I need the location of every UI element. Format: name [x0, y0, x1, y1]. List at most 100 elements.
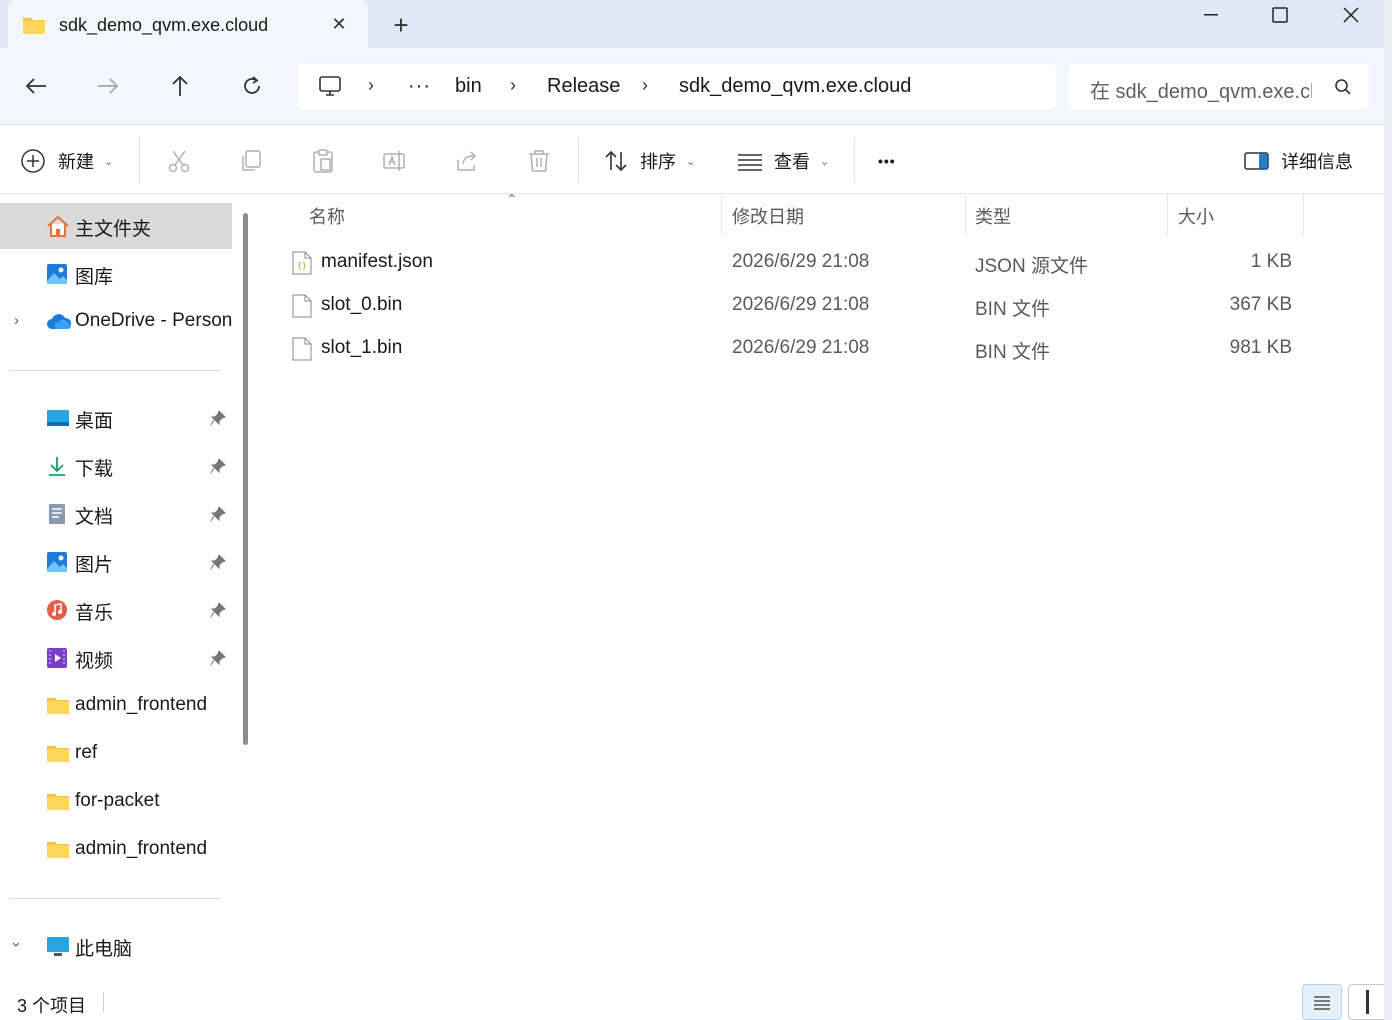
chevron-right-icon: ›: [642, 75, 648, 95]
pin-icon[interactable]: [210, 458, 226, 479]
sidebar-scrollbar[interactable]: [243, 213, 248, 745]
chevron-down-icon: ⌄: [820, 155, 830, 168]
pin-icon[interactable]: [210, 506, 226, 527]
sidebar-item-this-pc[interactable]: › 此电脑: [0, 923, 232, 969]
pin-icon[interactable]: [210, 554, 226, 575]
more-button[interactable]: •••: [878, 147, 896, 175]
file-size: 367 KB: [1229, 294, 1292, 315]
pin-icon[interactable]: [210, 650, 226, 671]
svg-text:{}: {}: [297, 261, 307, 270]
folder-icon: [46, 743, 69, 765]
sidebar-item-folder[interactable]: admin_frontend: [0, 683, 232, 729]
breadcrumb-current[interactable]: sdk_demo_qvm.exe.cloud: [679, 75, 911, 98]
item-count: 3 个项目: [17, 996, 87, 1016]
column-divider[interactable]: [721, 195, 722, 235]
file-name: slot_0.bin: [321, 294, 403, 315]
desktop-icon: [46, 407, 69, 429]
close-tab-button[interactable]: ✕: [328, 13, 350, 35]
sidebar-item-onedrive[interactable]: › OneDrive - Person: [0, 299, 232, 345]
file-row[interactable]: slot_0.bin 2026/6/29 21:08 BIN 文件 367 KB: [290, 286, 1310, 326]
sidebar-item-desktop[interactable]: 桌面: [0, 395, 232, 441]
sidebar-item-label: 此电脑: [75, 939, 133, 960]
share-button[interactable]: [454, 147, 480, 175]
sort-ascending-icon: ⌃: [506, 191, 518, 207]
sidebar-item-videos[interactable]: 视频: [0, 635, 232, 681]
tab-current[interactable]: sdk_demo_qvm.exe.cloud ✕: [8, 0, 368, 48]
pin-icon[interactable]: [210, 602, 226, 623]
scissors-icon: [168, 150, 190, 173]
sidebar-item-downloads[interactable]: 下载: [0, 443, 232, 489]
sidebar-item-pictures[interactable]: 图片: [0, 539, 232, 585]
sort-button[interactable]: 排序 ⌄: [603, 147, 695, 175]
navigation-bar: › ··· bin › Release › sdk_demo_qvm.exe.c…: [0, 48, 1392, 124]
column-divider[interactable]: [965, 195, 966, 235]
rename-button[interactable]: [382, 147, 408, 175]
list-view-icon: [738, 154, 762, 171]
sidebar-item-label: 主文件夹: [75, 219, 152, 240]
column-header-date[interactable]: 修改日期: [732, 203, 804, 229]
sidebar-item-folder[interactable]: admin_frontend: [0, 827, 232, 873]
refresh-button[interactable]: [238, 72, 266, 100]
breadcrumb-release[interactable]: Release: [547, 75, 620, 98]
column-header-size[interactable]: 大小: [1178, 203, 1214, 229]
sidebar-item-label: ref: [75, 742, 98, 763]
delete-button[interactable]: [526, 147, 552, 175]
view-button[interactable]: 查看 ⌄: [737, 147, 829, 175]
navigation-pane: 主文件夹 图库 › OneDrive - Person 桌面 下载 文档 图片 …: [0, 195, 260, 982]
column-header-name[interactable]: 名称: [309, 203, 345, 229]
column-header-type[interactable]: 类型: [975, 203, 1011, 229]
column-divider[interactable]: [1167, 195, 1168, 235]
pin-icon[interactable]: [210, 410, 226, 431]
details-label: 详细信息: [1281, 152, 1353, 172]
sidebar-item-music[interactable]: 音乐: [0, 587, 232, 633]
chevron-down-icon: ⌄: [686, 155, 696, 168]
file-row[interactable]: slot_1.bin 2026/6/29 21:08 BIN 文件 981 KB: [290, 329, 1310, 369]
cut-button[interactable]: [166, 147, 192, 175]
sidebar-item-label: admin_frontend: [75, 838, 208, 859]
sidebar-item-label: OneDrive - Person: [75, 310, 233, 331]
paste-button[interactable]: [310, 147, 336, 175]
file-type: BIN 文件: [975, 299, 1050, 320]
plus-circle-icon: [21, 149, 45, 173]
details-view-button[interactable]: [1302, 984, 1342, 1020]
file-size: 981 KB: [1229, 337, 1292, 358]
back-button[interactable]: [22, 72, 50, 100]
sidebar-item-folder[interactable]: ref: [0, 731, 232, 777]
file-row[interactable]: {} manifest.json 2026/6/29 21:08 JSON 源文…: [290, 243, 1310, 283]
new-tab-button[interactable]: +: [388, 12, 414, 38]
sidebar-item-documents[interactable]: 文档: [0, 491, 232, 537]
sort-label: 排序: [640, 152, 676, 172]
chevron-right-icon: ›: [510, 75, 516, 95]
search-input[interactable]: 在 sdk_demo_qvm.exe.cloud 中搜索: [1090, 75, 1312, 104]
computer-icon: [46, 935, 69, 957]
maximize-button[interactable]: [1245, 0, 1315, 30]
column-divider[interactable]: [1303, 195, 1304, 235]
breadcrumb-overflow[interactable]: ···: [408, 75, 431, 98]
copy-button[interactable]: [238, 147, 264, 175]
new-button[interactable]: 新建 ⌄: [20, 147, 113, 175]
sidebar-item-label: admin_frontend: [75, 694, 208, 715]
sidebar-item-gallery[interactable]: 图库: [0, 251, 232, 297]
up-button[interactable]: [166, 72, 194, 100]
address-bar[interactable]: › ··· bin › Release › sdk_demo_qvm.exe.c…: [298, 63, 1056, 110]
status-bar: 3 个项目: [0, 982, 1392, 1020]
file-type: BIN 文件: [975, 342, 1050, 363]
search-box[interactable]: 在 sdk_demo_qvm.exe.cloud 中搜索: [1069, 63, 1369, 110]
details-button[interactable]: 详细信息: [1244, 147, 1353, 175]
close-window-button[interactable]: [1316, 0, 1386, 30]
tiles-view-button[interactable]: [1348, 984, 1388, 1020]
folder-icon: [22, 15, 46, 40]
details-pane-icon: [1244, 152, 1269, 170]
command-bar: 新建 ⌄ 排序 ⌄ 查看 ⌄ ••• 详细信息: [0, 124, 1392, 194]
share-icon: [457, 151, 477, 171]
sidebar-item-folder[interactable]: for-packet: [0, 779, 232, 825]
sidebar-item-home[interactable]: 主文件夹: [0, 203, 232, 249]
forward-button[interactable]: [94, 72, 122, 100]
title-bar: sdk_demo_qvm.exe.cloud ✕ +: [0, 0, 1392, 48]
folder-icon: [46, 839, 69, 861]
chevron-down-icon[interactable]: ›: [8, 942, 25, 947]
minimize-button[interactable]: [1176, 0, 1246, 30]
breadcrumb-bin[interactable]: bin: [455, 75, 482, 98]
clipboard-icon: [313, 149, 333, 173]
chevron-right-icon[interactable]: ›: [14, 312, 19, 329]
